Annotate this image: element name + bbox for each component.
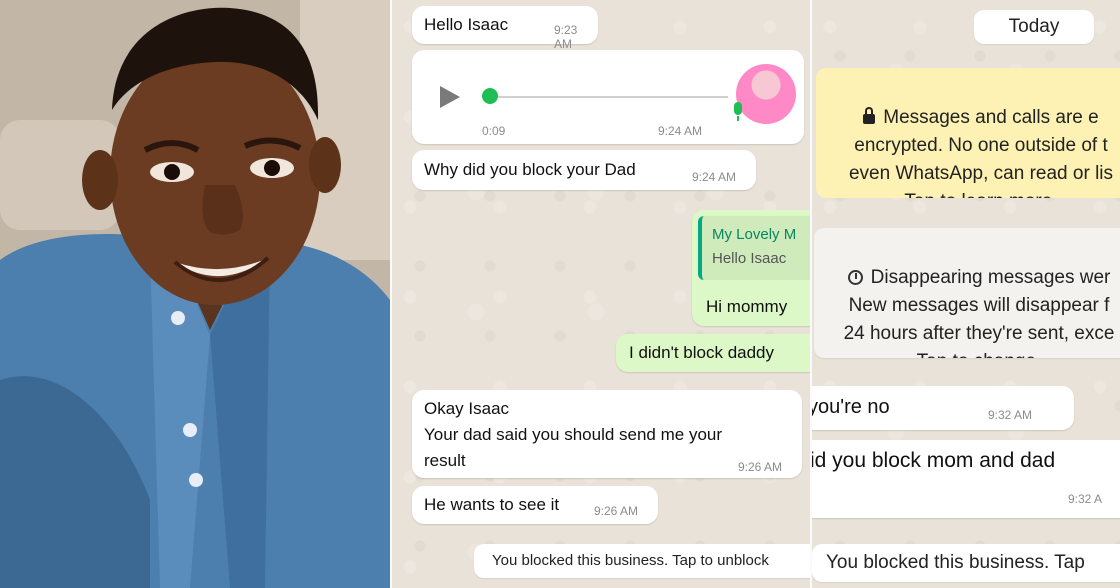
message-text: I didn't block daddy bbox=[629, 343, 775, 362]
timer-icon bbox=[847, 270, 863, 285]
message-bubble-hello[interactable]: Hello Isaac 9:23 AM bbox=[412, 6, 598, 51]
boy-portrait-image bbox=[0, 0, 390, 588]
voice-duration: 0:09 bbox=[482, 124, 506, 138]
quoted-message[interactable]: My Lovely M Hello Isaac bbox=[698, 216, 810, 280]
quoted-sender-name: My Lovely M bbox=[712, 226, 797, 243]
outgoing-message-bubble[interactable]: I didn't block daddy bbox=[616, 334, 810, 372]
message-time: 9:24 AM bbox=[692, 170, 737, 184]
voice-waveform bbox=[496, 96, 728, 98]
sender-avatar bbox=[736, 64, 796, 124]
message-bubble-wants-see[interactable]: He wants to see it 9:26 AM bbox=[412, 486, 658, 524]
message-time: 9:23 AM bbox=[554, 23, 578, 51]
chat-screenshot-right: Today Messages and calls are e encrypted… bbox=[812, 0, 1120, 588]
encryption-notice-text: Messages and calls are e encrypted. No o… bbox=[848, 107, 1114, 198]
message-text: Okay Isaac Your dad said you should send… bbox=[424, 399, 723, 470]
playback-position-dot[interactable] bbox=[482, 88, 498, 104]
message-bubble-why-block[interactable]: Why did you block your Dad 9:24 AM bbox=[412, 150, 756, 190]
chat-screenshot-left: Hello Isaac 9:23 AM 0:09 9:24 AM Why did… bbox=[392, 0, 810, 588]
message-time: 9:24 AM bbox=[658, 124, 703, 138]
voice-message-bubble[interactable]: 0:09 9:24 AM bbox=[412, 50, 804, 144]
lock-icon bbox=[863, 107, 876, 124]
date-chip: Today bbox=[974, 10, 1094, 44]
boy-photo bbox=[0, 0, 390, 588]
message-time: 9:26 AM bbox=[738, 460, 783, 474]
blocked-business-notice[interactable]: You blocked this business. Tap to unbloc… bbox=[474, 544, 810, 578]
blocked-business-notice[interactable]: You blocked this business. Tap bbox=[812, 544, 1120, 582]
message-bubble-youre-not[interactable]: you're no 9:32 AM bbox=[812, 386, 1074, 430]
microphone-icon bbox=[734, 102, 742, 121]
quoted-text: Hello Isaac bbox=[712, 250, 787, 267]
message-text: id you block mom and dad bbox=[812, 449, 1056, 472]
message-time: 9:32 A bbox=[1068, 492, 1103, 506]
outgoing-reply-bubble[interactable]: My Lovely M Hello Isaac Hi mommy bbox=[692, 210, 810, 326]
play-icon[interactable] bbox=[440, 86, 460, 108]
message-text: you're no bbox=[812, 396, 890, 418]
disappearing-notice-text: Disappearing messages wer New messages w… bbox=[843, 267, 1115, 358]
message-text: Hi mommy bbox=[706, 297, 788, 316]
message-text: Hello Isaac bbox=[424, 15, 509, 34]
message-text: He wants to see it bbox=[424, 495, 560, 514]
encryption-notice[interactable]: Messages and calls are e encrypted. No o… bbox=[816, 68, 1120, 198]
message-bubble-okay-isaac[interactable]: Okay Isaac Your dad said you should send… bbox=[412, 390, 802, 478]
disappearing-messages-notice[interactable]: Disappearing messages wer New messages w… bbox=[814, 228, 1120, 358]
message-time: 9:26 AM bbox=[594, 504, 639, 518]
message-time: 9:32 AM bbox=[988, 408, 1033, 422]
message-text: Why did you block your Dad bbox=[424, 160, 636, 179]
message-bubble-block-mom-dad[interactable]: id you block mom and dad 9:32 A bbox=[812, 440, 1120, 518]
